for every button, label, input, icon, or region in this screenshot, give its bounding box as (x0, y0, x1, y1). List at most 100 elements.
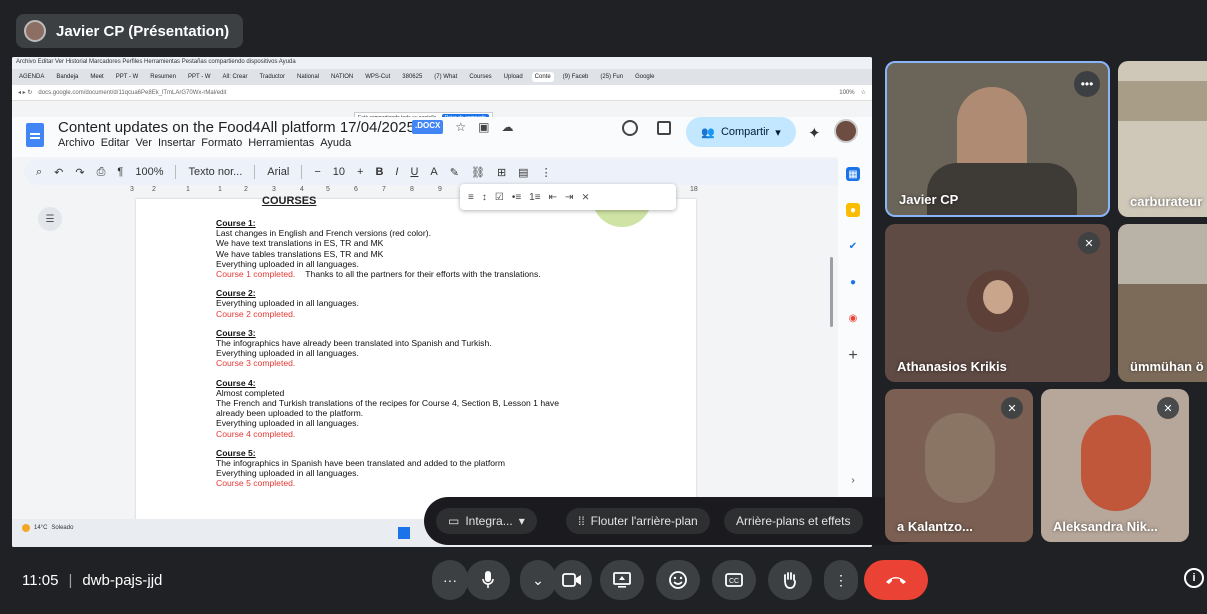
menu-item-ver[interactable]: Ver (135, 137, 152, 149)
browser-tab[interactable]: 380625 (399, 72, 425, 82)
mic-button[interactable] (466, 560, 510, 600)
more-icon[interactable]: ··· (432, 560, 468, 600)
more-options-icon[interactable]: ••• (1074, 71, 1100, 97)
backgrounds-effects-button[interactable]: Arrière-plans et effets (724, 508, 863, 534)
captions-button[interactable]: CC (712, 560, 756, 600)
presenter-chip[interactable]: Javier CP (Présentation) (16, 14, 244, 48)
undo-icon[interactable]: ↶ (54, 166, 63, 179)
more-vert-icon[interactable]: ⋮ (541, 166, 552, 179)
search-icon[interactable]: ⌕ (36, 166, 42, 179)
raise-hand-button[interactable] (768, 560, 812, 600)
hangup-button[interactable] (864, 560, 928, 600)
document-title[interactable]: Content updates on the Food4All platform… (58, 119, 415, 136)
calendar-icon[interactable]: ▦ (846, 167, 860, 181)
meeting-code[interactable]: dwb-pajs-jjd (82, 572, 162, 589)
redo-icon[interactable]: ↷ (75, 166, 84, 179)
italic-icon[interactable]: I (395, 166, 398, 178)
browser-tab[interactable]: (7) What (431, 72, 460, 82)
participant-tile-ummuhan[interactable]: ümmühan ö (1118, 224, 1207, 382)
present-button[interactable] (600, 560, 644, 600)
image-icon[interactable]: ▤ (518, 166, 528, 179)
menu-item-ayuda[interactable]: Ayuda (320, 137, 351, 149)
blur-background-button[interactable]: ⁞⁞ Flouter l'arrière-plan (566, 508, 710, 534)
docs-share-button[interactable]: 👥 Compartir ▾ (686, 117, 796, 147)
checklist-icon[interactable]: ☑ (495, 192, 504, 203)
text-color-icon[interactable]: A (430, 166, 437, 178)
info-icon[interactable]: i (1184, 568, 1204, 588)
account-avatar[interactable] (834, 119, 858, 143)
indent-less-icon[interactable]: ⇤ (549, 192, 557, 203)
font-size-minus[interactable]: − (314, 166, 320, 178)
chevron-right-icon[interactable]: › (846, 473, 860, 487)
browser-tab[interactable]: All: Crear (220, 72, 251, 82)
font-size-plus[interactable]: + (357, 166, 363, 178)
font-size-field[interactable]: 10 (333, 166, 345, 178)
browser-tab[interactable]: Traductor (257, 72, 288, 82)
cloud-icon[interactable]: ☁ (501, 120, 513, 134)
underline-icon[interactable]: U (410, 166, 418, 178)
bullets-icon[interactable]: •≡ (512, 192, 521, 203)
weather-widget[interactable]: 14°C Soleado (22, 524, 73, 532)
indent-more-icon[interactable]: ⇥ (565, 192, 573, 203)
emoji-button[interactable] (656, 560, 700, 600)
browser-tab-active[interactable]: Conte (531, 72, 554, 82)
star-icon[interactable]: ☆ (861, 89, 866, 96)
participant-tile-kalantzo[interactable]: ✕ a Kalantzo... (885, 389, 1033, 542)
zoom-select[interactable]: 100% (135, 166, 163, 178)
browser-tab[interactable]: WPS-Cut (362, 72, 393, 82)
comment-icon[interactable]: ⊞ (497, 166, 506, 179)
tasks-icon[interactable]: ✔ (846, 239, 860, 253)
participant-tile-carburateur[interactable]: carburateur (1118, 61, 1207, 217)
numbered-list-icon[interactable]: 1≡ (529, 192, 540, 203)
keep-icon[interactable]: ● (846, 203, 860, 217)
clear-format-icon[interactable]: ⨯ (581, 192, 589, 203)
bold-icon[interactable]: B (375, 166, 383, 178)
align-icon[interactable]: ≡ (468, 192, 474, 203)
address-bar[interactable]: ◂ ▸ ↻ docs.google.com/document/d/11qcua6… (12, 85, 872, 101)
star-icon[interactable]: ☆ (455, 120, 466, 134)
participant-tile-aleksandra[interactable]: ✕ Aleksandra Nik... (1041, 389, 1189, 542)
windows-start-icon[interactable] (398, 527, 410, 539)
browser-tab[interactable]: (25) Fun (597, 72, 626, 82)
scrollbar[interactable] (830, 257, 833, 327)
more-vert-icon[interactable]: ⋮ (824, 560, 858, 600)
add-icon[interactable]: + (846, 347, 860, 364)
docs-logo-icon[interactable] (26, 123, 44, 147)
style-select[interactable]: Texto nor... (188, 166, 242, 178)
browser-tab[interactable]: NATION (328, 72, 356, 82)
browser-tab[interactable]: Upload (501, 72, 526, 82)
gemini-icon[interactable]: ✦ (808, 124, 821, 142)
highlight-icon[interactable]: ✎ (450, 166, 459, 179)
menu-item-archivo[interactable]: Archivo (58, 137, 95, 149)
browser-tab[interactable]: National (294, 72, 322, 82)
camera-button[interactable] (552, 560, 592, 600)
line-spacing-icon[interactable]: ↕ (482, 192, 487, 203)
camera-select[interactable]: ▭ Integra... ▾ (436, 508, 537, 534)
menu-item-herramientas[interactable]: Herramientas (248, 137, 314, 149)
print-icon[interactable]: ⎙ (97, 166, 106, 179)
outline-icon[interactable]: ☰ (38, 207, 62, 231)
browser-tab[interactable]: Meet (87, 72, 106, 82)
browser-tab[interactable]: AGENDA (16, 72, 47, 82)
font-select[interactable]: Arial (267, 166, 289, 178)
browser-tab[interactable]: PPT - W (185, 72, 214, 82)
browser-tab[interactable]: PPT - W (113, 72, 142, 82)
browser-tab[interactable]: Courses (466, 72, 494, 82)
paint-format-icon[interactable]: ¶ (117, 166, 123, 178)
browser-tab[interactable]: Bandeja (53, 72, 81, 82)
menu-item-editar[interactable]: Editar (101, 137, 130, 149)
history-icon[interactable] (622, 120, 638, 136)
move-icon[interactable]: ▣ (478, 120, 489, 134)
menu-item-insertar[interactable]: Insertar (158, 137, 195, 149)
browser-tab[interactable]: Resumen (147, 72, 179, 82)
chevron-up-icon[interactable]: ⌄ (520, 560, 556, 600)
browser-tab[interactable]: (9) Faceb (560, 72, 592, 82)
document-body[interactable]: Course 1: Last changes in English and Fre… (216, 218, 636, 498)
maps-icon[interactable]: ◉ (846, 311, 860, 325)
comments-icon[interactable] (657, 121, 671, 135)
url-text[interactable]: docs.google.com/document/d/11qcua6Pe8Ek_… (38, 90, 833, 96)
link-icon[interactable]: ⛓ (471, 166, 485, 179)
menu-item-formato[interactable]: Formato (201, 137, 242, 149)
browser-tab[interactable]: Google (632, 72, 657, 82)
participant-tile-athanasios[interactable]: ✕ Athanasios Krikis (885, 224, 1110, 382)
